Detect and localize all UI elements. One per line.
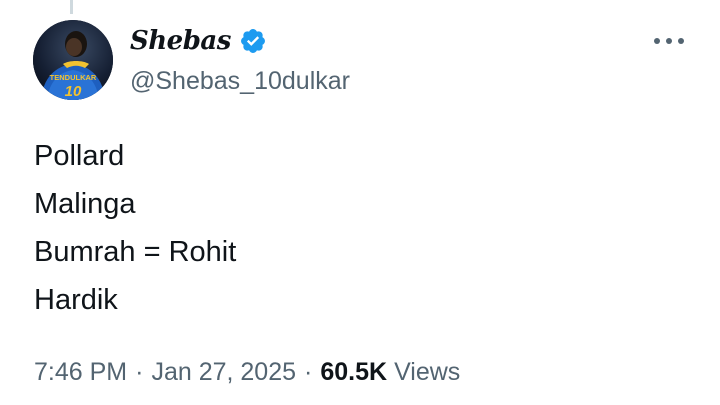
avatar-jersey-name: TENDULKAR — [50, 73, 97, 82]
views-label[interactable]: Views — [387, 358, 460, 386]
author-handle[interactable]: @Shebas_10dulkar — [130, 64, 350, 98]
tweet-time[interactable]: 7:46 PM — [34, 358, 127, 386]
author-name-row: Shebas — [130, 24, 267, 58]
tweet-line: Pollard — [34, 140, 125, 172]
avatar-jersey-number: 10 — [65, 83, 82, 100]
tweet-line: Hardik — [34, 284, 118, 316]
tweet-date[interactable]: Jan 27, 2025 — [151, 358, 296, 386]
avatar[interactable]: TENDULKAR 10 — [33, 20, 113, 100]
views-count[interactable]: 60.5K — [320, 358, 387, 386]
author-display-name[interactable]: Shebas — [130, 24, 231, 58]
thread-connector-line — [70, 0, 73, 14]
tweet-text: Pollard Malinga Bumrah = Rohit Hardik — [34, 132, 236, 324]
avatar-image: TENDULKAR 10 — [33, 20, 113, 100]
tweet-metadata: 7:46 PM · Jan 27, 2025 · 60.5K Views — [34, 355, 460, 389]
meta-separator: · — [135, 358, 144, 386]
tweet-line: Bumrah = Rohit — [34, 236, 237, 268]
more-options-button[interactable] — [652, 28, 686, 54]
verified-badge-icon[interactable] — [239, 27, 267, 55]
tweet-line: Malinga — [34, 188, 136, 220]
more-horizontal-icon — [654, 38, 684, 44]
meta-separator: · — [304, 358, 313, 386]
